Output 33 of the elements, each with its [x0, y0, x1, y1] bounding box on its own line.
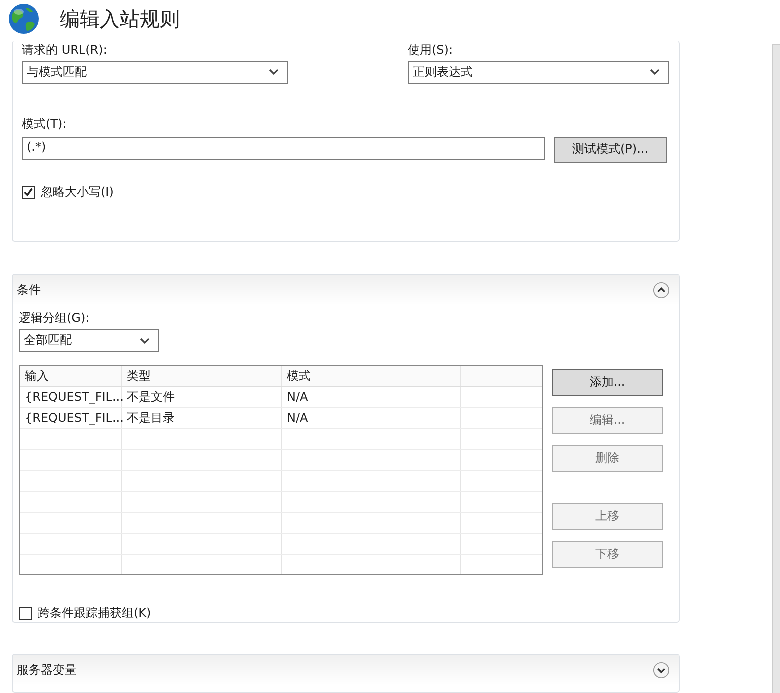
dropdown[interactable]: 正则表达式 — [408, 60, 669, 84]
dropdown[interactable]: 全部匹配 — [19, 329, 159, 352]
test-pattern-button[interactable]: 测试模式(P)... — [554, 136, 667, 163]
section-title: 服务器变量 — [17, 662, 77, 679]
checkbox[interactable] — [22, 186, 35, 199]
section-title: 条件 — [17, 282, 41, 299]
window-title: 编辑入站规则 — [60, 6, 180, 33]
field-label: 逻辑分组(G): — [19, 310, 91, 328]
field-label: 请求的 URL(R): — [22, 42, 108, 59]
field-label: 模式(T): — [22, 116, 68, 133]
table-cell: {REQUEST_FIL... — [20, 387, 122, 408]
field-label: 使用(S): — [408, 42, 454, 59]
table-cell: N/A — [282, 408, 461, 428]
checkbox[interactable] — [19, 607, 32, 620]
checkbox-label: 跨条件跟踪捕获组(K) — [38, 605, 152, 622]
column-header[interactable]: 输入 — [20, 366, 122, 386]
dropdown[interactable]: 与模式匹配 — [22, 60, 288, 84]
collapse-icon[interactable] — [653, 282, 670, 299]
scrollbar[interactable] — [772, 44, 780, 693]
pattern-input[interactable]: (.*) — [22, 137, 545, 160]
checkbox-label: 忽略大小写(I) — [41, 184, 114, 201]
action-button[interactable]: 添加... — [552, 369, 663, 396]
expand-icon[interactable] — [653, 662, 670, 679]
table-cell: {REQUEST_FIL... — [20, 408, 122, 428]
chevron-down-icon — [140, 338, 150, 344]
column-header[interactable]: 类型 — [122, 366, 282, 386]
globe-icon — [8, 3, 40, 36]
chevron-down-icon — [269, 69, 279, 76]
column-header[interactable]: 模式 — [282, 366, 461, 386]
chevron-down-icon — [650, 69, 660, 76]
table-cell: 不是目录 — [122, 408, 282, 428]
table-cell: 不是文件 — [122, 387, 282, 408]
table-cell: N/A — [282, 387, 461, 408]
